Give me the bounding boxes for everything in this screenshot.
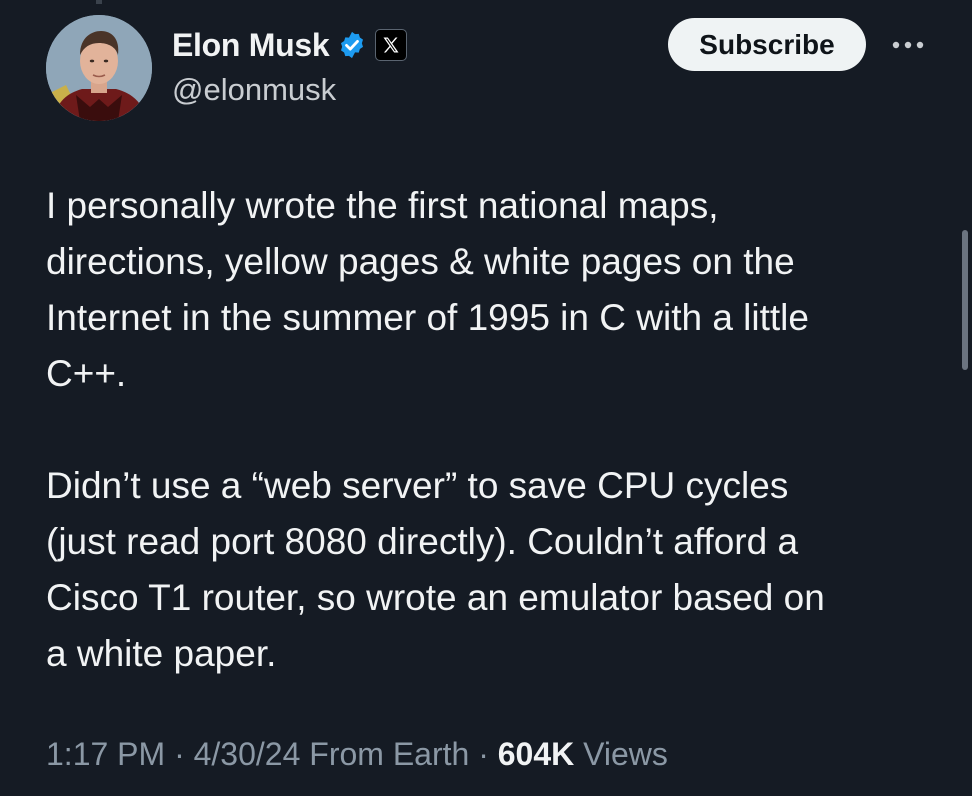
- views-label: Views: [583, 736, 668, 772]
- views-count[interactable]: 604K: [498, 736, 575, 772]
- more-options-button[interactable]: [888, 30, 928, 60]
- scrollbar[interactable]: [962, 230, 968, 370]
- meta-separator: ·: [165, 736, 194, 772]
- tweet-paragraph: Didn’t use a “web server” to save CPU cy…: [46, 465, 825, 674]
- x-affiliate-badge[interactable]: [375, 29, 408, 61]
- tweet-text: I personally wrote the first national ma…: [46, 178, 926, 682]
- tweet-date[interactable]: 4/30/24: [194, 736, 301, 772]
- tweet-source: From Earth: [309, 736, 470, 772]
- avatar[interactable]: [46, 15, 152, 121]
- tweet-paragraph: I personally wrote the first national ma…: [46, 185, 809, 394]
- tweet-page: Elon Musk @elonmusk Subscribe I personal…: [0, 0, 972, 796]
- tweet-time[interactable]: 1:17 PM: [46, 736, 165, 772]
- meta-separator: ·: [469, 736, 498, 772]
- person-avatar-icon: [46, 15, 152, 121]
- x-logo-icon: [383, 37, 399, 53]
- verified-badge-icon[interactable]: [337, 30, 367, 60]
- tweet-metadata: 1:17 PM · 4/30/24 From Earth · 604K View…: [46, 736, 668, 773]
- more-options-icon: [892, 41, 924, 49]
- author-handle[interactable]: @elonmusk: [172, 72, 336, 108]
- divider: [96, 0, 102, 4]
- author-name-row: Elon Musk: [172, 22, 408, 68]
- subscribe-button[interactable]: Subscribe: [668, 18, 866, 71]
- author-display-name[interactable]: Elon Musk: [172, 27, 330, 64]
